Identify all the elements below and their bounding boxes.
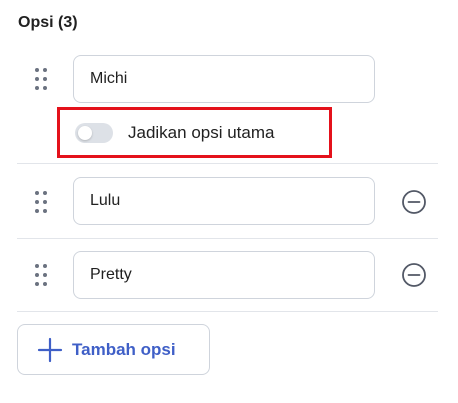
minus-circle-icon <box>402 263 426 287</box>
minus-circle-icon <box>402 190 426 214</box>
primary-option-toggle-row: Jadikan opsi utama <box>57 107 332 158</box>
primary-option-toggle[interactable] <box>75 122 113 143</box>
drag-handle-icon[interactable] <box>34 190 48 214</box>
add-option-label: Tambah opsi <box>72 339 176 359</box>
remove-option-button[interactable] <box>401 262 427 288</box>
section-title: Opsi (3) <box>18 14 78 31</box>
divider <box>17 238 438 239</box>
divider <box>17 163 438 164</box>
divider <box>17 311 438 312</box>
drag-handle-icon[interactable] <box>34 263 48 287</box>
toggle-knob <box>78 125 92 140</box>
options-editor: Opsi (3) Jadikan opsi utama <box>0 0 458 403</box>
remove-option-button[interactable] <box>401 189 427 215</box>
plus-icon <box>37 337 63 363</box>
primary-option-label: Jadikan opsi utama <box>128 122 275 142</box>
drag-handle-icon[interactable] <box>34 67 48 91</box>
option-input-2[interactable] <box>73 177 375 225</box>
add-option-button[interactable]: Tambah opsi <box>17 324 210 375</box>
option-input-1[interactable] <box>73 55 375 103</box>
option-input-3[interactable] <box>73 251 375 299</box>
